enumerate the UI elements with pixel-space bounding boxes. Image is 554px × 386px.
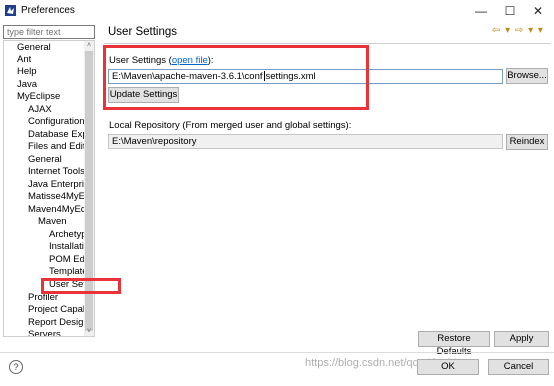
help-icon[interactable]: ?: [9, 360, 23, 374]
tree-item-servers[interactable]: Servers: [28, 329, 61, 336]
filter-input[interactable]: [3, 25, 95, 39]
app-icon: [5, 5, 16, 16]
tree-item-templates[interactable]: Template: [49, 266, 88, 278]
tree-item-java[interactable]: Java: [17, 79, 37, 91]
tree-item-configuration[interactable]: Configuration: [28, 116, 85, 128]
scroll-up-icon[interactable]: ˄: [85, 41, 93, 50]
tree-item-help[interactable]: Help: [17, 66, 37, 78]
page-title: User Settings: [108, 26, 178, 38]
browse-button[interactable]: Browse...: [506, 68, 548, 84]
ok-button[interactable]: OK: [417, 359, 479, 375]
local-repository-label: Local Repository (From merged user and g…: [109, 120, 352, 131]
tree-item-files-and-editors[interactable]: Files and Edito: [28, 141, 91, 153]
tree-item-database-explorer[interactable]: Database Expl: [28, 129, 90, 141]
tree-item-general[interactable]: General: [17, 42, 51, 54]
close-button[interactable]: ✕: [523, 3, 553, 19]
highlight-box-tree: [41, 278, 121, 294]
history-nav-icon[interactable]: ⇦ ▾ ⇨ ▾ ▾: [492, 25, 544, 36]
highlight-box-settings: [103, 45, 369, 110]
tree-item-report-design[interactable]: Report Design: [28, 317, 89, 329]
restore-defaults-button[interactable]: Restore Defaults: [418, 331, 490, 357]
scroll-down-icon[interactable]: ˅: [85, 327, 93, 336]
tree-item-project-capabilities[interactable]: Project Capab: [28, 304, 88, 316]
local-repository-field: E:\Maven\repository: [108, 134, 503, 149]
footer-divider: [0, 352, 554, 353]
tree-item-matisse[interactable]: Matisse4MyEc: [28, 191, 90, 203]
tree-item-ajax[interactable]: AJAX: [28, 104, 52, 116]
maximize-button[interactable]: ☐: [495, 3, 525, 19]
window-title: Preferences: [21, 5, 75, 16]
tree-item-archetypes[interactable]: Archetyp: [49, 229, 87, 241]
tree-item-installations[interactable]: Installatic: [49, 241, 89, 253]
tree-item-myeclipse[interactable]: MyEclipse: [17, 91, 60, 103]
tree-item-maven[interactable]: Maven: [38, 216, 67, 228]
tree-item-ant[interactable]: Ant: [17, 54, 31, 66]
header-divider: [104, 43, 551, 44]
apply-button[interactable]: Apply: [494, 331, 549, 347]
tree-item-general-sub[interactable]: General: [28, 154, 62, 166]
tree-item-maven4myeclipse[interactable]: Maven4MyEcl: [28, 204, 88, 216]
reindex-button[interactable]: Reindex: [506, 134, 548, 150]
tree-item-pom-editor[interactable]: POM Edi: [49, 254, 87, 266]
cancel-button[interactable]: Cancel: [488, 359, 549, 375]
tree-item-internet-tools[interactable]: Internet Tools: [28, 166, 85, 178]
minimize-button[interactable]: —: [466, 3, 496, 19]
